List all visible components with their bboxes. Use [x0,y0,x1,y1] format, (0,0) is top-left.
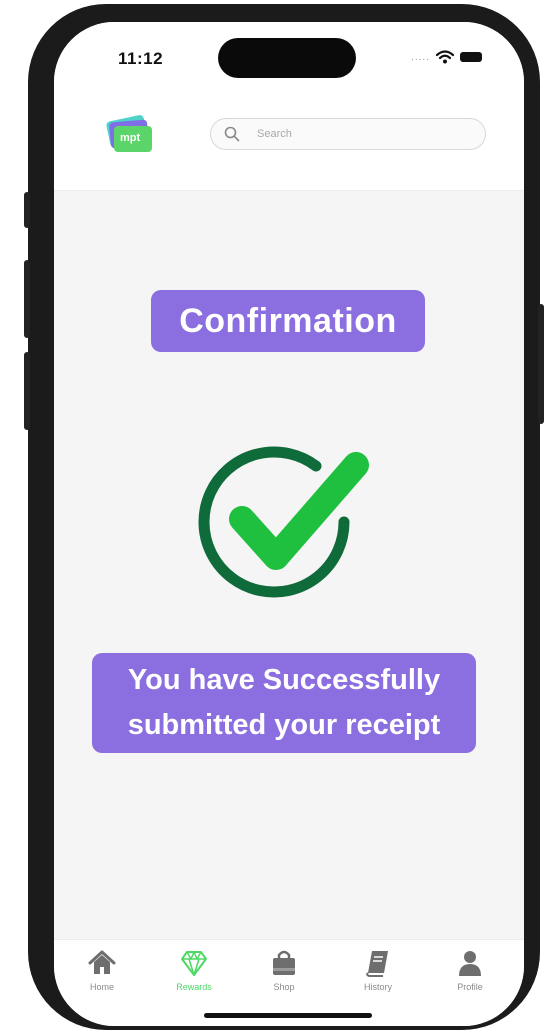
tab-history[interactable]: History [348,948,408,992]
status-time: 11:12 [118,49,164,68]
tab-home-label: Home [89,982,114,992]
success-message: You have Successfully submitted your rec… [92,653,476,753]
search-icon [224,126,240,142]
tab-home[interactable]: Home [72,948,132,992]
silent-switch [24,192,30,228]
bottom-tab-bar: Home Rewards Shop History Profile [54,939,524,1026]
confirmation-title: Confirmation [151,290,425,352]
battery-icon [460,52,482,62]
user-icon [459,951,481,976]
tab-rewards[interactable]: Rewards [164,948,224,992]
tab-shop[interactable]: Shop [254,948,314,992]
status-icons: ..... [411,50,482,64]
tab-profile-label: Profile [457,982,483,992]
diamond-icon [181,951,207,976]
power-button [538,304,544,424]
shopping-bag-icon [273,950,295,975]
volume-up-button [24,260,30,338]
wifi-icon [436,50,454,64]
volume-down-button [24,352,30,430]
search-input[interactable] [255,127,439,141]
success-check-icon [198,446,369,598]
app-header: 11:12 ..... mpt [54,22,524,191]
book-icon [366,951,388,977]
tab-rewards-label: Rewards [176,982,212,992]
search-bar[interactable] [210,118,486,150]
dynamic-island [218,38,356,78]
tab-shop-label: Shop [273,982,295,992]
home-indicator[interactable] [204,1013,372,1018]
app-logo[interactable]: mpt [102,112,158,156]
app-screen: 11:12 ..... mpt C [54,22,524,1026]
tab-history-label: History [363,982,392,992]
tab-profile[interactable]: Profile [440,948,500,992]
signal-dots: ..... [411,51,430,63]
home-icon [88,950,116,974]
logo-text: mpt [120,132,141,144]
